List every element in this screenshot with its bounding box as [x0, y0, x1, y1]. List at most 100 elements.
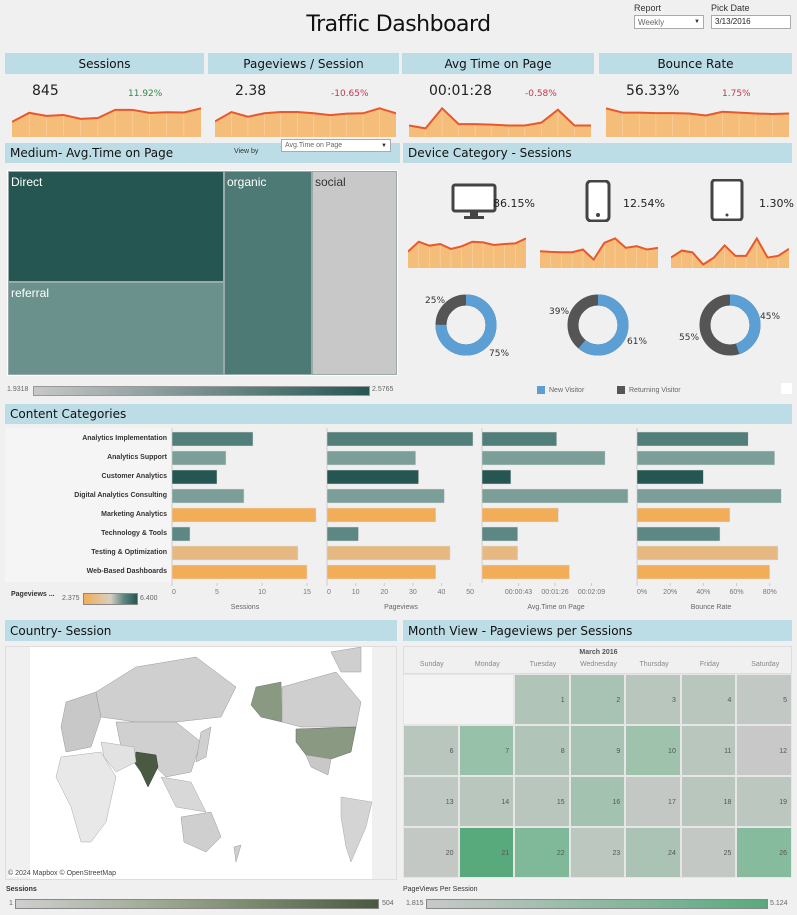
spark-area [671, 238, 789, 268]
kpi-value: 845 [32, 83, 59, 99]
calendar-day[interactable]: 18 [680, 776, 737, 827]
treemap-social[interactable]: social [312, 171, 397, 375]
calendar-grid: 1 2 3 4 5 6 7 8 9 10 11 12 13 14 15 16 17 18 19 20 21 22 23 24 2… [403, 674, 792, 878]
kpi-change: -0.58% [525, 89, 557, 99]
region-nz [233, 844, 242, 863]
region-australia [180, 811, 222, 853]
bar [326, 450, 416, 466]
category-label: Testing & Optimization [91, 549, 167, 556]
calendar-day[interactable]: 15 [514, 776, 570, 827]
bar [636, 564, 770, 580]
weekday-label: Tuesday [529, 661, 557, 668]
kpi-sparkline [409, 106, 591, 137]
donut-returning-label: 25% [425, 296, 446, 306]
bar [171, 488, 245, 504]
country-header: Country- Session [5, 620, 397, 641]
category-label: Marketing Analytics [101, 511, 167, 518]
date-input[interactable]: 3/13/2016 [711, 15, 791, 29]
treemap-referral[interactable]: referral [8, 282, 224, 375]
kpi-sparkline [12, 107, 201, 137]
ppv-legend-max: 5.124 [770, 900, 788, 907]
calendar-day[interactable]: 5 [736, 674, 792, 725]
medium-title: Medium- Avg.Time on Page [10, 146, 174, 160]
bar [481, 450, 606, 466]
spark-area [409, 108, 591, 137]
report-select[interactable]: Weekly ▼ [634, 15, 704, 29]
kpi-header: Avg Time on Page [402, 53, 594, 74]
device-donut [567, 294, 629, 356]
bar-tick-label: 20 [380, 589, 388, 596]
bar [171, 564, 308, 580]
calendar-day[interactable]: 21 [458, 827, 515, 878]
calendar-day[interactable]: 7 [458, 725, 515, 776]
kpi-header: Sessions [5, 53, 204, 74]
calendar-day[interactable]: 2 [569, 674, 626, 725]
pageviews-legend-title: Pageviews ... [11, 591, 55, 598]
weekday-label: Monday [474, 661, 500, 668]
region-india [133, 751, 159, 788]
treemap-direct[interactable]: Direct [8, 171, 224, 282]
category-label: Customer Analytics [101, 473, 167, 480]
calendar-day[interactable]: 17 [625, 776, 681, 827]
calendar-day[interactable]: 4 [680, 674, 737, 725]
region-greenland [330, 647, 362, 673]
device-title: Device Category - Sessions [408, 146, 572, 160]
calendar-day[interactable]: 10 [625, 725, 681, 776]
kpi-title: Bounce Rate [657, 56, 734, 71]
calendar-day[interactable]: 6 [403, 725, 459, 776]
calendar-day[interactable]: 12 [736, 725, 792, 776]
country-map[interactable]: © 2024 Mapbox © OpenStreetMap [5, 646, 397, 880]
bar-chart-bounce-rate: 0% 20% 40% 60% 80% [636, 428, 782, 596]
map-attribution[interactable]: © 2024 Mapbox © OpenStreetMap [8, 870, 116, 877]
calendar-day[interactable]: 20 [403, 827, 459, 878]
legend-new-swatch [537, 386, 545, 394]
calendar-day[interactable]: 26 [736, 827, 792, 878]
legend-returning-label: Returning Visitor [629, 387, 681, 394]
calendar-day[interactable]: 23 [569, 827, 626, 878]
view-by-select[interactable]: Avg.Time on Page ▼ [281, 139, 391, 152]
bar [481, 431, 557, 447]
bar [481, 469, 512, 485]
bar-tick-label: 40 [438, 589, 446, 596]
pageviews-legend-gradient [83, 593, 138, 605]
bar-chart-pageviews: 0 10 20 30 40 50 [326, 428, 474, 596]
calendar-day[interactable]: 24 [625, 827, 681, 878]
bar-tick-label: 00:01:26 [541, 589, 568, 596]
calendar-day[interactable]: 9 [569, 725, 626, 776]
bar-tick-label: 5 [215, 589, 219, 596]
calendar-day[interactable]: 25 [680, 827, 737, 878]
calendar-empty [403, 674, 515, 725]
calendar-day[interactable]: 14 [458, 776, 515, 827]
bar [326, 545, 451, 561]
calendar-day[interactable]: 8 [514, 725, 570, 776]
treemap-organic[interactable]: organic [224, 171, 312, 375]
calendar-day[interactable]: 19 [736, 776, 792, 827]
kpi-title: Pageviews / Session [243, 56, 364, 71]
region-south-america [340, 796, 373, 863]
kpi-change: 11.92% [128, 89, 163, 99]
calendar-day[interactable]: 3 [625, 674, 681, 725]
spark-area [540, 238, 658, 268]
bar [636, 545, 779, 561]
bar [326, 431, 474, 447]
device-share: 1.30% [759, 197, 794, 210]
calendar-header: Month View - Pageviews per Sessions [403, 620, 792, 641]
kpi-value: 2.38 [235, 83, 267, 99]
bar-tick-label: 60% [730, 589, 744, 596]
calendar-day[interactable]: 22 [514, 827, 570, 878]
calendar-day[interactable]: 1 [514, 674, 570, 725]
bar [171, 450, 227, 466]
medium-legend-min: 1.9318 [7, 386, 29, 393]
weekday-label: Friday [699, 661, 720, 668]
bar-chart-avg-time-on-page: 00:00:43 00:01:26 00:02:09 [481, 428, 629, 596]
device-share: 86.15% [493, 197, 535, 210]
bar [326, 469, 419, 485]
category-label: Digital Analytics Consulting [74, 492, 167, 499]
bar-tick-label: 0 [172, 589, 176, 596]
category-label: Technology & Tools [101, 530, 167, 537]
calendar-day[interactable]: 13 [403, 776, 459, 827]
calendar-day[interactable]: 16 [569, 776, 626, 827]
kpi-header: Pageviews / Session [208, 53, 399, 74]
calendar-day[interactable]: 11 [680, 725, 737, 776]
bar [326, 526, 359, 542]
